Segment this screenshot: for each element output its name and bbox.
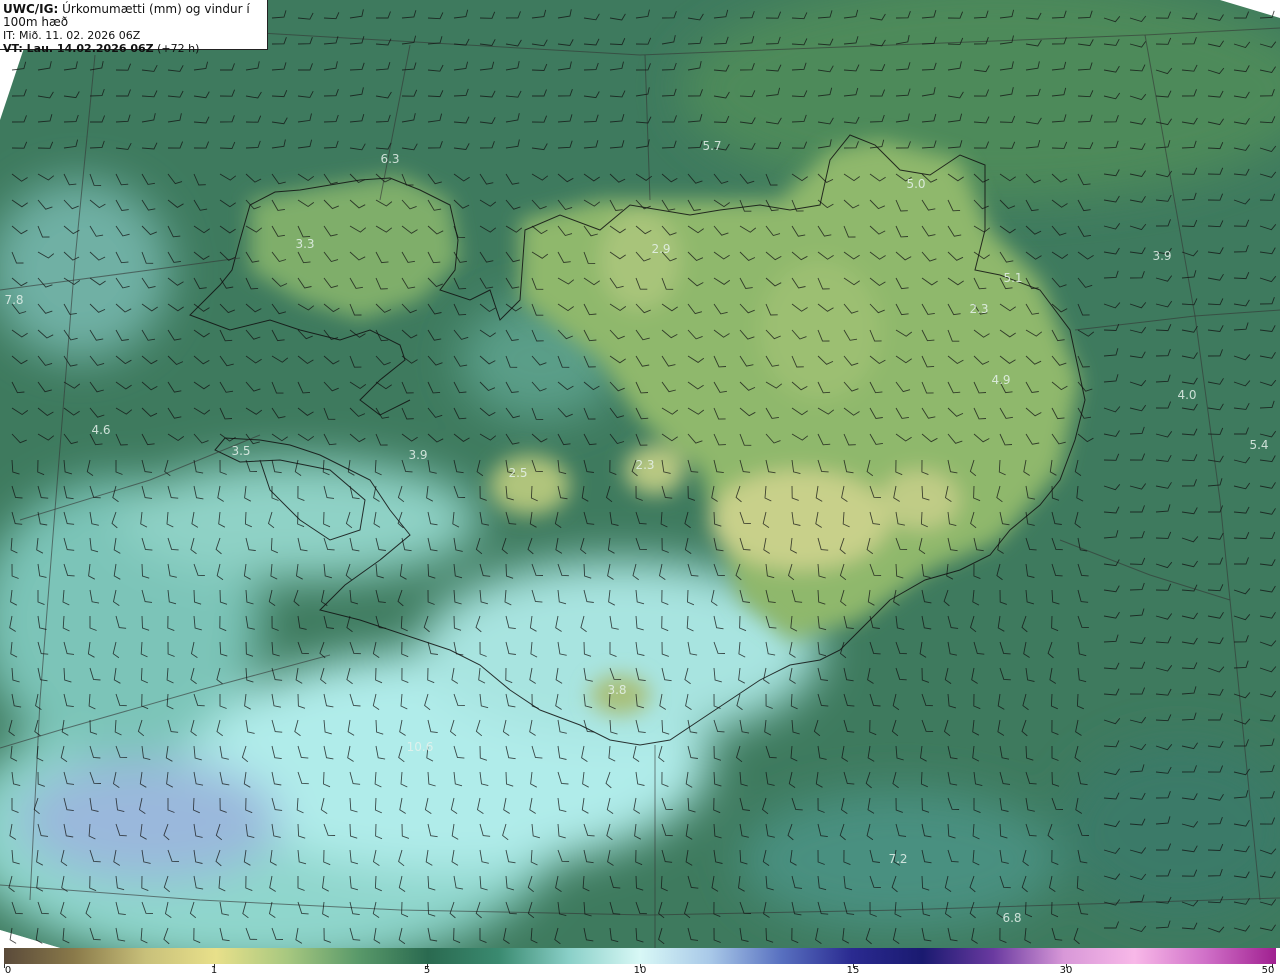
precip-value-label: 6.3 [380, 152, 399, 166]
weather-map: 6.3 5.7 5.0 3.3 2.9 3.9 7.8 5.1 2.3 4.9 4.0 4.6 3.5 3… [0, 0, 1280, 978]
legend-tick-label: 1 [210, 965, 218, 976]
valid-time: VT: Lau. 14.02.2026 06Z [3, 42, 154, 55]
precip-value-label: 10.6 [407, 740, 434, 754]
precip-value-label: 2.3 [969, 302, 988, 316]
precip-value-label: 7.8 [4, 293, 23, 307]
precip-value-label: 3.3 [295, 237, 314, 251]
map-info-box: UWC/IG: Úrkomumætti (mm) og vindur í 100… [0, 0, 268, 55]
precip-value-label: 7.2 [888, 852, 907, 866]
legend-tick-label: 30 [1059, 965, 1073, 976]
color-legend: 0 1 5 10 15 30 50 [0, 948, 1280, 978]
precip-value-label: 3.5 [231, 444, 250, 458]
legend-tick-label: 15 [846, 965, 860, 976]
init-time: IT: Mið. 11. 02. 2026 06Z [3, 29, 141, 42]
precip-value-label: 2.5 [508, 466, 527, 480]
precip-value-label: 3.9 [408, 448, 427, 462]
legend-tick-label: 5 [423, 965, 431, 976]
precip-value-label: 4.6 [91, 423, 110, 437]
lead-time: (+72 h) [157, 42, 200, 55]
precip-value-label: 3.9 [1152, 249, 1171, 263]
precip-value-label: 2.9 [651, 242, 670, 256]
legend-tick-label: 10 [633, 965, 647, 976]
precip-value-label: 5.7 [702, 139, 721, 153]
precip-value-label: 5.1 [1003, 271, 1022, 285]
precip-value-label: 5.0 [906, 177, 925, 191]
precip-value-label: 6.8 [1002, 911, 1021, 925]
precip-value-label: 4.0 [1177, 388, 1196, 402]
precip-value-label: 3.8 [607, 683, 626, 697]
precip-value-label: 2.3 [635, 458, 654, 472]
legend-tick-label: 50 [1261, 965, 1275, 976]
map-canvas: 6.3 5.7 5.0 3.3 2.9 3.9 7.8 5.1 2.3 4.9 4.0 4.6 3.5 3… [0, 0, 1280, 948]
precipitation-field [0, 0, 1280, 948]
legend-tick-label: 0 [4, 965, 12, 976]
precip-value-label: 5.4 [1249, 438, 1268, 452]
legend-colorbar [4, 948, 1276, 964]
precip-value-label: 4.9 [991, 373, 1010, 387]
model-name: UWC/IG: [3, 2, 59, 16]
